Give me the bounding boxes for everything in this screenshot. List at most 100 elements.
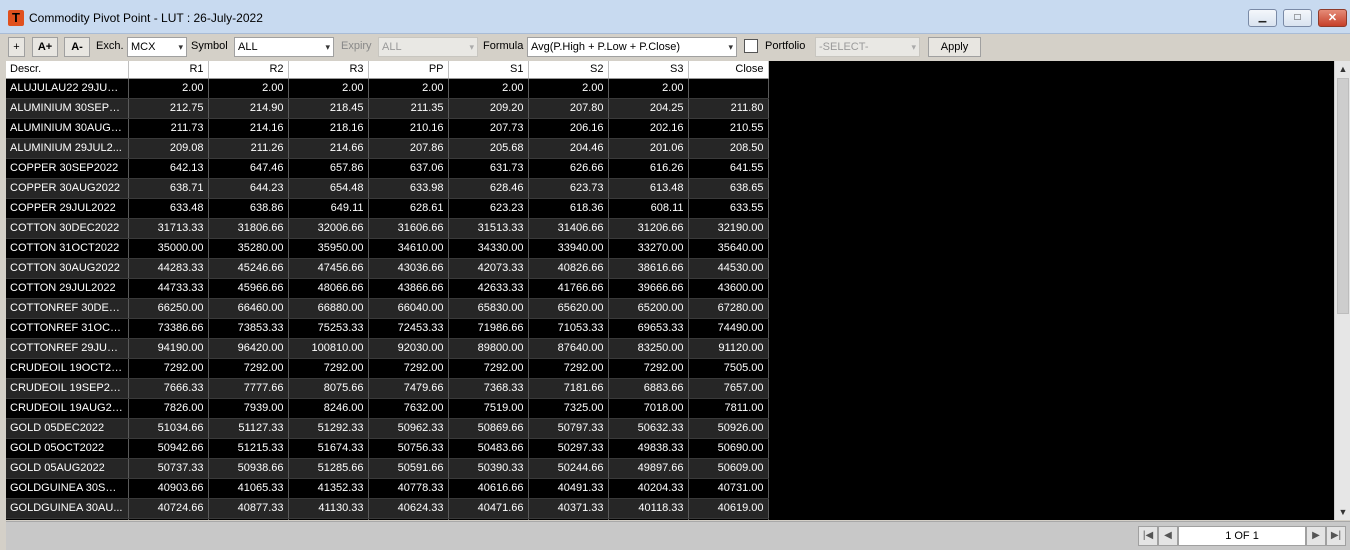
table-row[interactable]: COTTON 29JUL2022 44733.33 45966.66 48066.66… (6, 278, 769, 299)
apply-button[interactable]: Apply (928, 37, 981, 57)
scroll-up-icon[interactable]: ▲ (1335, 61, 1350, 77)
cell-descr: ALUMINIUM 29JUL2... (6, 138, 129, 159)
cell-descr: COTTON 29JUL2022 (6, 278, 129, 299)
cell-r1: 50737.33 (128, 458, 209, 479)
table-row[interactable]: COTTONREF 31OCT... 73386.66 73853.33 75253.… (6, 318, 769, 339)
cell-s3: 49897.66 (608, 458, 689, 479)
cell-r2: 211.26 (208, 138, 289, 159)
page-indicator[interactable]: 1 OF 1 (1178, 526, 1306, 546)
table-row[interactable]: COTTON 31OCT2022 35000.00 35280.00 35950.00… (6, 238, 769, 259)
cell-pp: 92030.00 (368, 338, 449, 359)
table-row[interactable]: GOLDGUINEA 30AU... 40724.66 40877.33 41130.… (6, 498, 769, 519)
table-row[interactable]: CRUDEOIL 19OCT2022 7292.00 7292.00 7292.00 7… (6, 358, 769, 379)
column-header-descr[interactable]: Descr. (6, 61, 129, 79)
cell-descr: COTTON 30DEC2022 (6, 218, 129, 239)
chevron-down-icon: ▾ (469, 42, 474, 52)
toolbar: + A+ A- Exch. MCX ▾ Symbol ALL ▾ Expiry … (0, 34, 1350, 60)
cell-s2: 65620.00 (528, 298, 609, 319)
table-row[interactable]: COTTONREF 30DEC... 66250.00 66460.00 66880.… (6, 298, 769, 319)
next-page-icon[interactable]: ▶ (1306, 526, 1326, 546)
cell-r1: 40903.66 (128, 478, 209, 499)
cell-s2: 40371.33 (528, 498, 609, 519)
cell-s1: 40471.66 (448, 498, 529, 519)
table-row[interactable]: CRUDEOIL 19SEP2022 7666.33 7777.66 8075.66 7… (6, 378, 769, 399)
cell-r3 (288, 518, 369, 520)
table-row[interactable]: ALUMINIUM 30SEP2... 212.75 214.90 218.45 211… (6, 98, 769, 119)
cell-close: 50609.00 (688, 458, 769, 479)
exch-select[interactable]: MCX ▾ (127, 37, 187, 57)
cell-r1: 7826.00 (128, 398, 209, 419)
column-header-r2[interactable]: R2 (208, 61, 289, 79)
expiry-select[interactable]: ALL ▾ (378, 37, 478, 57)
column-header-s1[interactable]: S1 (448, 61, 529, 79)
cell-pp: 72453.33 (368, 318, 449, 339)
column-header-close[interactable]: Close (688, 61, 769, 79)
close-button[interactable]: ✕ (1318, 9, 1347, 27)
table-row[interactable]: ALUJULAU22 29JUL2... 2.00 2.00 2.00 2.00 2.00… (6, 78, 769, 99)
cell-s2: 50244.66 (528, 458, 609, 479)
cell-s1: 207.73 (448, 118, 529, 139)
symbol-select[interactable]: ALL ▾ (234, 37, 334, 57)
column-header-pp[interactable]: PP (368, 61, 449, 79)
scroll-thumb[interactable] (1337, 78, 1349, 314)
prev-page-icon[interactable]: ◀ (1158, 526, 1178, 546)
column-header-r1[interactable]: R1 (128, 61, 209, 79)
vertical-scrollbar[interactable]: ▲ ▼ (1334, 61, 1350, 520)
scroll-down-icon[interactable]: ▼ (1335, 504, 1350, 520)
column-header-s2[interactable]: S2 (528, 61, 609, 79)
add-button[interactable]: + (8, 37, 25, 57)
cell-r1: 7666.33 (128, 378, 209, 399)
cell-r2: 7939.00 (208, 398, 289, 419)
cell-close (688, 518, 769, 520)
last-page-icon[interactable]: ▶| (1326, 526, 1346, 546)
formula-select[interactable]: Avg(P.High + P.Low + P.Close) ▾ (527, 37, 737, 57)
first-page-icon[interactable]: |◀ (1138, 526, 1158, 546)
portfolio-select[interactable]: -SELECT- ▾ (815, 37, 920, 57)
font-decrease-button[interactable]: A- (64, 37, 90, 57)
cell-s3: 38616.66 (608, 258, 689, 279)
cell-close: 641.55 (688, 158, 769, 179)
title-bar: T Commodity Pivot Point - LUT : 26-July-… (0, 0, 1350, 34)
table-row[interactable]: GOLD 05OCT2022 50942.66 51215.33 51674.33 50… (6, 438, 769, 459)
table-row[interactable]: COPPER 29JUL2022 633.48 638.86 649.11 628.61… (6, 198, 769, 219)
cell-descr: CRUDEOIL 19SEP2022 (6, 378, 129, 399)
cell-r1: 642.13 (128, 158, 209, 179)
table-row[interactable]: GOLD 05AUG2022 50737.33 50938.66 51285.66 50… (6, 458, 769, 479)
cell-descr: GOLDGUINEA 30SEP... (6, 478, 129, 499)
table-row[interactable]: ALUMINIUM 29JUL2... 209.08 211.26 214.66 207… (6, 138, 769, 159)
cell-pp: 7292.00 (368, 358, 449, 379)
cell-r1 (128, 518, 209, 520)
table-row[interactable]: GOLDGUINEA 30SEP... 40903.66 41065.33 41352… (6, 478, 769, 499)
cell-descr: GOLD 05AUG2022 (6, 458, 129, 479)
cell-close: 40731.00 (688, 478, 769, 499)
cell-r1: 2.00 (128, 78, 209, 99)
table-row[interactable]: COPPER 30SEP2022 642.13 647.46 657.86 637.06… (6, 158, 769, 179)
column-header-r3[interactable]: R3 (288, 61, 369, 79)
cell-descr: COTTON 31OCT2022 (6, 238, 129, 259)
cell-descr: COPPER 30SEP2022 (6, 158, 129, 179)
cell-close: 211.80 (688, 98, 769, 119)
column-header-s3[interactable]: S3 (608, 61, 689, 79)
cell-close: 7505.00 (688, 358, 769, 379)
cell-r1: 66250.00 (128, 298, 209, 319)
cell-s2: 33940.00 (528, 238, 609, 259)
table-row[interactable]: COTTON 30DEC2022 31713.33 31806.66 32006.66… (6, 218, 769, 239)
table-row[interactable]: COPPER 30AUG2022 638.71 644.23 654.48 633.98… (6, 178, 769, 199)
table-row[interactable]: COTTONREF 29JUL2... 94190.00 96420.00 10081… (6, 338, 769, 359)
portfolio-checkbox[interactable] (744, 39, 758, 53)
table-row[interactable]: ALUMINIUM 30AUG2... 211.73 214.16 218.16 210… (6, 118, 769, 139)
cell-r3: 649.11 (288, 198, 369, 219)
cell-close: 43600.00 (688, 278, 769, 299)
table-row[interactable]: CRUDEOIL 19AUG2022 7826.00 7939.00 8246.00 7… (6, 398, 769, 419)
cell-s3: 7292.00 (608, 358, 689, 379)
table-row[interactable] (6, 518, 769, 520)
table-row[interactable]: GOLD 05DEC2022 51034.66 51127.33 51292.33 50… (6, 418, 769, 439)
cell-close: 40619.00 (688, 498, 769, 519)
table-row[interactable]: COTTON 30AUG2022 44283.33 45246.66 47456.66… (6, 258, 769, 279)
cell-pp: 633.98 (368, 178, 449, 199)
cell-s1: 89800.00 (448, 338, 529, 359)
maximize-button[interactable]: □ (1283, 9, 1312, 27)
cell-s1: 42073.33 (448, 258, 529, 279)
minimize-button[interactable]: ▁ (1248, 9, 1277, 27)
font-increase-button[interactable]: A+ (32, 37, 58, 57)
